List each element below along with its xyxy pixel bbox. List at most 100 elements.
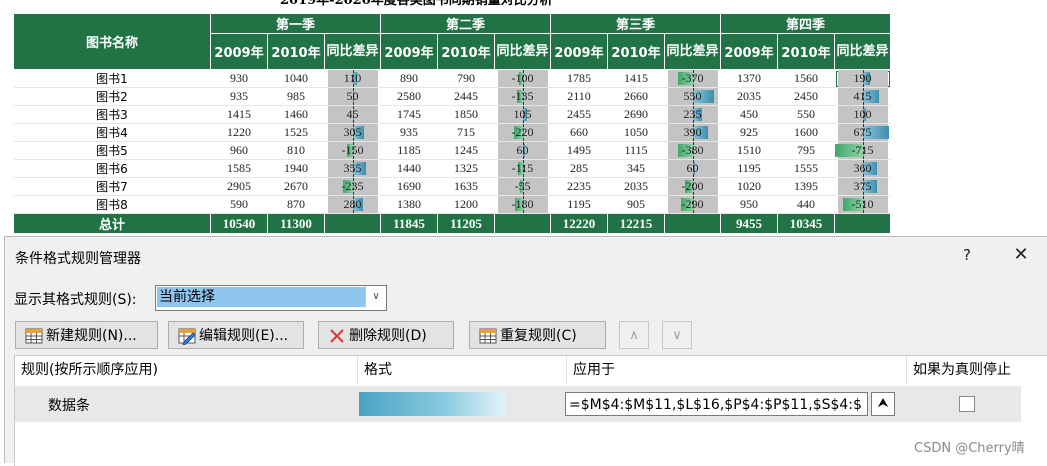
yoy-diff-cell[interactable]: 550 <box>664 87 721 106</box>
total-cell[interactable]: 9455 <box>720 213 778 234</box>
sales-cell[interactable]: 1195 <box>720 159 778 178</box>
sales-cell[interactable]: 1415 <box>210 105 268 124</box>
yoy-diff-cell[interactable]: 50 <box>324 87 381 106</box>
yoy-diff-cell[interactable]: 105 <box>494 105 551 124</box>
sales-cell[interactable]: 1020 <box>720 177 778 196</box>
sales-cell[interactable]: 1380 <box>380 195 438 214</box>
yoy-diff-cell[interactable]: -180 <box>494 195 551 214</box>
yoy-diff-cell[interactable]: 235 <box>664 105 721 124</box>
sales-cell[interactable]: 660 <box>550 123 608 142</box>
yoy-diff-cell[interactable]: 355 <box>324 159 381 178</box>
book-name-cell[interactable]: 图书3 <box>13 105 211 124</box>
year-header[interactable]: 2009年 <box>380 33 438 70</box>
sales-cell[interactable]: 870 <box>267 195 325 214</box>
yoy-diff-cell[interactable]: 60 <box>664 159 721 178</box>
sales-cell[interactable]: 1850 <box>437 105 495 124</box>
book-name-cell[interactable]: 图书6 <box>13 159 211 178</box>
sales-cell[interactable]: 985 <box>267 87 325 106</box>
yoy-diff-cell[interactable]: -290 <box>664 195 721 214</box>
sales-cell[interactable]: 1745 <box>380 105 438 124</box>
sales-cell[interactable]: 440 <box>777 195 835 214</box>
sales-cell[interactable]: 1245 <box>437 141 495 160</box>
yoy-diff-cell[interactable]: 415 <box>834 87 891 106</box>
new-rule-button[interactable]: 新建规则(N)... <box>15 321 158 349</box>
book-name-cell[interactable]: 图书4 <box>13 123 211 142</box>
sales-cell[interactable]: 1635 <box>437 177 495 196</box>
sales-cell[interactable]: 1040 <box>267 69 325 88</box>
yoy-diff-cell[interactable]: 375 <box>834 177 891 196</box>
sales-cell[interactable]: 2035 <box>720 87 778 106</box>
sales-cell[interactable]: 2455 <box>550 105 608 124</box>
sales-cell[interactable]: 1460 <box>267 105 325 124</box>
sales-cell[interactable]: 2670 <box>267 177 325 196</box>
total-label[interactable]: 总计 <box>13 213 211 234</box>
applies-to-column-header[interactable]: 应用于 <box>567 356 907 384</box>
sales-cell[interactable]: 1495 <box>550 141 608 160</box>
yoy-diff-cell[interactable]: -150 <box>324 141 381 160</box>
move-down-button[interactable]: ∨ <box>662 321 692 349</box>
sales-cell[interactable]: 1555 <box>777 159 835 178</box>
total-diff-cell[interactable] <box>324 213 381 234</box>
sales-cell[interactable]: 1940 <box>267 159 325 178</box>
yoy-diff-header[interactable]: 同比差异 <box>664 33 721 70</box>
yoy-diff-cell[interactable]: -380 <box>664 141 721 160</box>
sales-cell[interactable]: 1220 <box>210 123 268 142</box>
sales-cell[interactable]: 1510 <box>720 141 778 160</box>
sales-cell[interactable]: 1415 <box>607 69 665 88</box>
sales-cell[interactable]: 790 <box>437 69 495 88</box>
yoy-diff-header[interactable]: 同比差异 <box>834 33 891 70</box>
total-diff-cell[interactable] <box>834 213 891 234</box>
total-cell[interactable]: 11205 <box>437 213 495 234</box>
sales-cell[interactable]: 2690 <box>607 105 665 124</box>
yoy-diff-cell[interactable]: -100 <box>494 69 551 88</box>
sales-cell[interactable]: 1050 <box>607 123 665 142</box>
sales-cell[interactable]: 1370 <box>720 69 778 88</box>
sales-cell[interactable]: 1785 <box>550 69 608 88</box>
duplicate-rule-button[interactable]: 重复规则(C) <box>469 321 606 349</box>
book-name-cell[interactable]: 图书2 <box>13 87 211 106</box>
sales-cell[interactable]: 960 <box>210 141 268 160</box>
year-header[interactable]: 2010年 <box>607 33 665 70</box>
yoy-diff-cell[interactable]: -510 <box>834 195 891 214</box>
sales-cell[interactable]: 795 <box>777 141 835 160</box>
year-header[interactable]: 2010年 <box>267 33 325 70</box>
sales-cell[interactable]: 2445 <box>437 87 495 106</box>
sales-cell[interactable]: 950 <box>720 195 778 214</box>
sales-cell[interactable]: 2660 <box>607 87 665 106</box>
sales-cell[interactable]: 1690 <box>380 177 438 196</box>
show-rules-value[interactable]: 当前选择 <box>157 287 365 307</box>
quarter-header[interactable]: 第四季 <box>720 13 891 34</box>
book-name-header[interactable]: 图书名称 <box>13 13 211 70</box>
yoy-diff-cell[interactable]: -235 <box>324 177 381 196</box>
sales-cell[interactable]: 2580 <box>380 87 438 106</box>
applies-to-input[interactable]: =$M$4:$M$11,$L$16,$P$4:$P$11,$S$4:$ <box>565 392 868 416</box>
sales-cell[interactable]: 1115 <box>607 141 665 160</box>
sales-cell[interactable]: 935 <box>380 123 438 142</box>
yoy-diff-cell[interactable]: 675 <box>834 123 891 142</box>
yoy-diff-cell[interactable]: 360 <box>834 159 891 178</box>
yoy-diff-cell[interactable]: 280 <box>324 195 381 214</box>
year-header[interactable]: 2009年 <box>720 33 778 70</box>
sales-cell[interactable]: 930 <box>210 69 268 88</box>
sales-cell[interactable]: 1185 <box>380 141 438 160</box>
sales-cell[interactable]: 905 <box>607 195 665 214</box>
sales-cell[interactable]: 715 <box>437 123 495 142</box>
sales-cell[interactable]: 590 <box>210 195 268 214</box>
sales-cell[interactable]: 1585 <box>210 159 268 178</box>
sales-cell[interactable]: 1525 <box>267 123 325 142</box>
yoy-diff-cell[interactable]: 190 <box>834 69 891 88</box>
help-icon[interactable]: ? <box>957 245 977 265</box>
yoy-diff-cell[interactable]: 390 <box>664 123 721 142</box>
sales-cell[interactable]: 1325 <box>437 159 495 178</box>
sales-cell[interactable]: 935 <box>210 87 268 106</box>
sales-cell[interactable]: 2450 <box>777 87 835 106</box>
sales-cell[interactable]: 2035 <box>607 177 665 196</box>
sales-cell[interactable]: 890 <box>380 69 438 88</box>
total-diff-cell[interactable] <box>664 213 721 234</box>
rule-column-header[interactable]: 规则(按所示顺序应用) <box>15 356 358 384</box>
sales-cell[interactable]: 810 <box>267 141 325 160</box>
yoy-diff-cell[interactable]: 100 <box>834 105 891 124</box>
sales-cell[interactable]: 2235 <box>550 177 608 196</box>
yoy-diff-cell[interactable]: 45 <box>324 105 381 124</box>
yoy-diff-cell[interactable]: -370 <box>664 69 721 88</box>
